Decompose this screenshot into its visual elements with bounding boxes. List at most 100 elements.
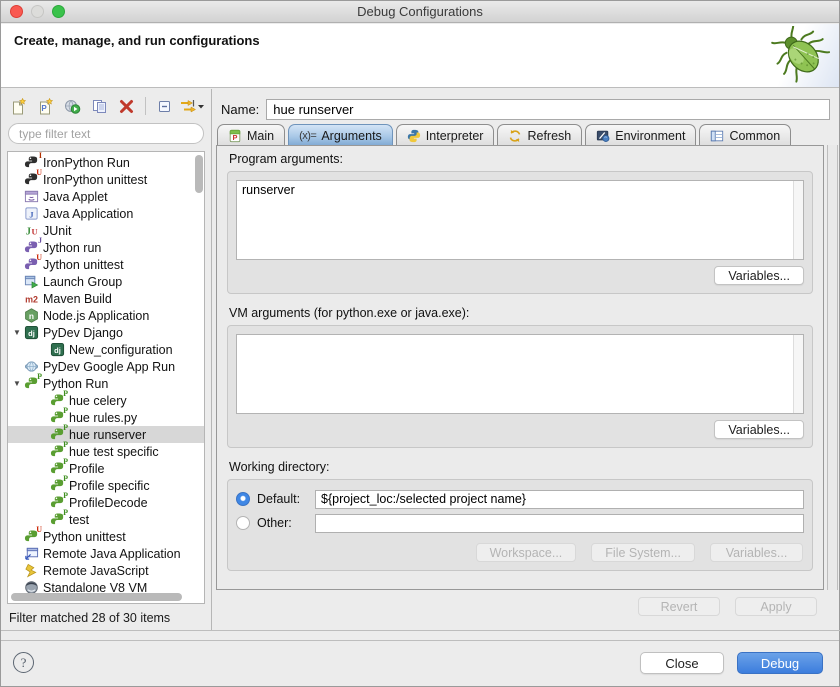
jython-unittest-icon: U — [24, 257, 39, 272]
filter-input[interactable] — [8, 123, 204, 144]
name-input[interactable] — [266, 99, 830, 120]
name-label: Name: — [221, 102, 259, 117]
expander-icon[interactable]: ▼ — [10, 328, 24, 337]
java-application-icon: J — [24, 206, 39, 221]
tree-vertical-scrollbar-thumb[interactable] — [195, 155, 203, 193]
delete-config-button[interactable] — [115, 95, 138, 118]
other-radio[interactable] — [236, 516, 250, 530]
apply-button[interactable]: Apply — [735, 597, 817, 616]
tree-horizontal-scrollbar-thumb[interactable] — [11, 593, 182, 601]
tree-item-hue-celery[interactable]: Phue celery — [8, 392, 204, 409]
tree-item-hue-rules-py[interactable]: Phue rules.py — [8, 409, 204, 426]
sidebar-toolbar: P — [7, 93, 207, 119]
tree-item-java-applet[interactable]: Java Applet — [8, 188, 204, 205]
workspace-button[interactable]: Workspace... — [476, 543, 577, 562]
tree-item-jython-unittest[interactable]: U Jython unittest — [8, 256, 204, 273]
tree-item-label: hue celery — [69, 394, 127, 408]
tree-item-profiledecode[interactable]: PProfileDecode — [8, 494, 204, 511]
tree-item-label: Launch Group — [43, 275, 122, 289]
tree-item-label: Profile specific — [69, 479, 150, 493]
page-title: Create, manage, and run configurations — [14, 33, 260, 48]
tab-bar: PMain(x)=Arguments Interpreter Refresh Envi… — [217, 123, 823, 146]
default-directory-input[interactable] — [315, 490, 804, 509]
tree-item-hue-runserver[interactable]: Phue runserver — [8, 426, 204, 443]
export-config-button[interactable] — [61, 95, 84, 118]
tab-common[interactable]: Common — [699, 124, 791, 146]
pydev-django-icon: dj — [24, 325, 39, 340]
program-arguments-variables-button[interactable]: Variables... — [714, 266, 804, 285]
debug-button[interactable]: Debug — [737, 652, 823, 674]
window-title: Debug Configurations — [357, 4, 483, 19]
vm-arguments-variables-button[interactable]: Variables... — [714, 420, 804, 439]
tree-item-java-application[interactable]: JJava Application — [8, 205, 204, 222]
svg-text:J: J — [29, 209, 33, 219]
tree-item-label: Python unittest — [43, 530, 126, 544]
svg-text:dj: dj — [54, 346, 61, 355]
tab-refresh[interactable]: Refresh — [497, 124, 582, 146]
tree-item-pydev-django[interactable]: ▼djPyDev Django — [8, 324, 204, 341]
collapse-all-button[interactable] — [153, 95, 176, 118]
tree-item-python-run[interactable]: ▼PPython Run — [8, 375, 204, 392]
tree-item-label: test — [69, 513, 89, 527]
right-scroll-strip — [827, 145, 838, 590]
program-arguments-group: runserver Variables... — [227, 171, 813, 294]
tree-item-profile[interactable]: PProfile — [8, 460, 204, 477]
python-file-icon: P — [228, 129, 242, 143]
vm-arguments-textarea[interactable] — [236, 334, 804, 414]
default-radio-label: Default: — [257, 492, 315, 506]
tab-arguments[interactable]: (x)=Arguments — [288, 124, 393, 146]
duplicate-config-button[interactable] — [88, 95, 111, 118]
tree-item-node-js-application[interactable]: nNode.js Application — [8, 307, 204, 324]
other-directory-input[interactable] — [315, 514, 804, 533]
tree-horizontal-scrollbar[interactable] — [9, 593, 193, 602]
tree-item-label: Python Run — [43, 377, 108, 391]
zoom-window-button[interactable] — [52, 5, 65, 18]
working-directory-variables-button[interactable]: Variables... — [710, 543, 803, 562]
filter-config-button[interactable] — [180, 95, 203, 118]
tab-label: Interpreter — [426, 129, 484, 143]
tree-item-profile-specific[interactable]: PProfile specific — [8, 477, 204, 494]
expander-icon[interactable]: ▼ — [10, 379, 24, 388]
help-button[interactable]: ? — [13, 652, 34, 673]
configurations-sidebar: P IIronPython RunUIronPython unittestJav… — [1, 89, 212, 630]
tab-label: Refresh — [527, 129, 571, 143]
tab-environment[interactable]: Environment — [585, 124, 696, 146]
close-window-button[interactable] — [10, 5, 23, 18]
tree-item-hue-test-specific[interactable]: Phue test specific — [8, 443, 204, 460]
refresh-icon — [508, 129, 522, 143]
bug-icon — [771, 26, 833, 87]
tree-item-remote-javascript[interactable]: Remote JavaScript — [8, 562, 204, 579]
tree-item-new-configuration[interactable]: djNew_configuration — [8, 341, 204, 358]
close-button[interactable]: Close — [640, 652, 724, 674]
svg-text:U: U — [32, 227, 38, 237]
filter-config-icon — [180, 98, 204, 115]
tree-item-label: hue test specific — [69, 445, 159, 459]
revert-button[interactable]: Revert — [638, 597, 720, 616]
tree-item-launch-group[interactable]: Launch Group — [8, 273, 204, 290]
tree-item-label: Jython unittest — [43, 258, 124, 272]
junit-icon: JU — [24, 223, 39, 238]
tab-interpreter[interactable]: Interpreter — [396, 124, 495, 146]
table-icon — [710, 129, 724, 143]
file-system-button[interactable]: File System... — [591, 543, 695, 562]
new-prototype-button[interactable]: P — [34, 95, 57, 118]
tree-item-maven-build[interactable]: m2Maven Build — [8, 290, 204, 307]
tree-item-remote-java-application[interactable]: Remote Java Application — [8, 545, 204, 562]
tree-vertical-scrollbar[interactable] — [194, 153, 203, 592]
duplicate-config-icon — [91, 98, 108, 115]
svg-text:P: P — [41, 104, 47, 113]
new-config-button[interactable] — [7, 95, 30, 118]
configuration-detail-panel: Name: PMain(x)=Arguments Interpreter Refre… — [213, 89, 840, 630]
tree-item-ironpython-unittest[interactable]: UIronPython unittest — [8, 171, 204, 188]
filter-status-text: Filter matched 28 of 30 items — [9, 611, 170, 625]
default-radio[interactable] — [236, 492, 250, 506]
export-config-icon — [64, 98, 81, 115]
program-arguments-textarea[interactable]: runserver — [236, 180, 804, 260]
new-prototype-icon: P — [37, 98, 54, 115]
debug-configurations-dialog: Debug Configurations Create, manage, and… — [0, 0, 840, 687]
tree-item-label: IronPython Run — [43, 156, 130, 170]
tab-main[interactable]: PMain — [217, 124, 285, 146]
working-directory-label: Working directory: — [229, 460, 813, 474]
minimize-window-button — [31, 5, 44, 18]
tree-item-python-unittest[interactable]: UPython unittest — [8, 528, 204, 545]
